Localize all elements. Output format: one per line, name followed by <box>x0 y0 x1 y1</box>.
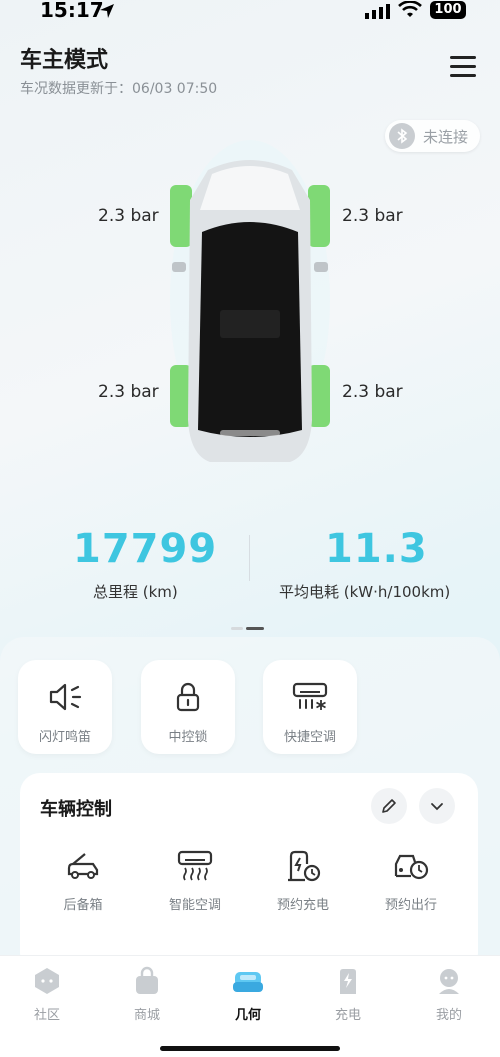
tab-charging[interactable]: 充电 <box>313 966 383 1026</box>
tire-pressure-rear-right: 2.3 bar <box>342 382 403 402</box>
tire-pressure-front-right: 2.3 bar <box>342 206 403 226</box>
consumption-label: 平均电耗 (kW·h/100km) <box>279 583 451 601</box>
quick-action-label: 快捷空调 <box>283 730 336 745</box>
page-title: 车主模式 <box>20 48 109 73</box>
lock-icon <box>176 682 200 712</box>
home-indicator <box>160 1046 340 1051</box>
smart-ac-icon <box>177 850 213 881</box>
quick-action-ac[interactable]: 快捷空调 <box>263 660 357 754</box>
control-label: 预约充电 <box>276 898 329 913</box>
quick-action-label: 中控锁 <box>168 730 208 745</box>
control-smart-ac[interactable]: 智能空调 <box>150 848 240 918</box>
tab-shop[interactable]: 商城 <box>112 966 182 1026</box>
tab-geometry[interactable]: 几何 <box>213 966 283 1026</box>
scheduled-charge-icon <box>288 850 321 882</box>
consumption-value: 11.3 <box>325 526 428 572</box>
tab-label: 社区 <box>33 1008 60 1023</box>
quick-action-horn-light[interactable]: 闪灯鸣笛 <box>18 660 112 754</box>
vehicle-control-title: 车辆控制 <box>40 799 112 820</box>
edit-button[interactable] <box>371 788 407 824</box>
tab-label: 商城 <box>133 1008 160 1023</box>
menu-icon <box>450 56 476 59</box>
tab-label: 我的 <box>435 1008 462 1023</box>
car-top-view <box>150 140 350 480</box>
menu-button[interactable] <box>450 56 476 78</box>
car-icon <box>233 972 263 992</box>
car-illustration <box>170 140 330 462</box>
quick-action-central-lock[interactable]: 中控锁 <box>141 660 235 754</box>
pencil-icon <box>382 799 396 813</box>
trunk-icon <box>67 853 99 879</box>
tab-label: 几何 <box>234 1008 261 1023</box>
control-scheduled-charge[interactable]: 预约充电 <box>258 848 348 918</box>
quick-action-label: 闪灯鸣笛 <box>38 730 91 745</box>
location-arrow-icon <box>100 4 114 18</box>
shop-icon <box>136 966 158 994</box>
tab-label: 充电 <box>334 1008 361 1023</box>
control-label: 预约出行 <box>384 898 437 913</box>
bluetooth-icon <box>389 123 415 149</box>
cellular-signal-icon <box>365 4 390 19</box>
update-timestamp: 车况数据更新于：06/03 07:50 <box>20 81 218 97</box>
bluetooth-status-chip[interactable]: 未连接 <box>385 120 481 152</box>
control-trunk[interactable]: 后备箱 <box>38 848 128 918</box>
community-icon <box>35 968 59 994</box>
tab-profile[interactable]: 我的 <box>414 966 484 1026</box>
bottom-tab-bar: 社区 商城 几何 充电 我的 <box>0 955 500 1057</box>
charging-icon <box>340 969 356 994</box>
stat-divider <box>249 535 250 581</box>
vehicle-control-card: 车辆控制 后备箱 智能空调 预约充电 预约出行 <box>20 773 478 973</box>
chevron-down-icon <box>431 803 443 811</box>
tire-pressure-front-left: 2.3 bar <box>98 206 159 226</box>
profile-icon <box>439 969 459 994</box>
control-label: 智能空调 <box>168 898 221 913</box>
tire-front-left <box>170 185 192 247</box>
scheduled-trip-icon <box>394 854 429 880</box>
control-scheduled-trip[interactable]: 预约出行 <box>366 848 456 918</box>
page-indicator <box>231 615 267 634</box>
status-bar: 15:17 100 <box>0 0 500 22</box>
wifi-icon <box>398 1 422 17</box>
tire-front-right <box>308 185 330 247</box>
mileage-label: 总里程 (km) <box>93 583 178 601</box>
tab-community[interactable]: 社区 <box>12 966 82 1026</box>
expand-button[interactable] <box>419 788 455 824</box>
tire-pressure-rear-left: 2.3 bar <box>98 382 159 402</box>
ac-icon <box>292 682 328 710</box>
horn-light-icon <box>49 683 82 711</box>
mileage-value: 17799 <box>73 526 218 572</box>
status-time: 15:17 <box>40 0 104 22</box>
control-label: 后备箱 <box>63 898 103 913</box>
battery-indicator: 100 <box>430 1 466 19</box>
bluetooth-status-label: 未连接 <box>423 127 469 146</box>
